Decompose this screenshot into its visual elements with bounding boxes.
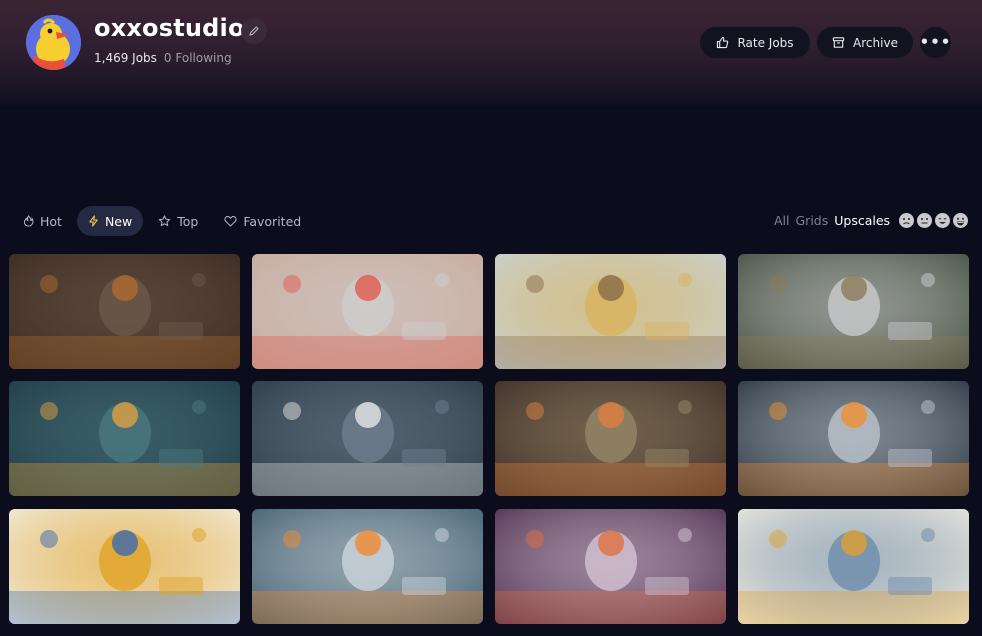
archive-label: Archive: [853, 35, 898, 50]
gallery-image-man-laptop-forest[interactable]: [738, 254, 969, 369]
pencil-icon[interactable]: [241, 18, 267, 44]
tab-top[interactable]: Top: [147, 206, 209, 236]
grin-face-icon[interactable]: [953, 213, 968, 228]
jobs-count[interactable]: 1,469 Jobs: [94, 51, 157, 65]
meh-face-icon[interactable]: [917, 213, 932, 228]
duck-avatar[interactable]: [26, 15, 81, 70]
gallery-image-brain-circuit-diagram[interactable]: [9, 509, 240, 624]
archive-button[interactable]: Archive: [817, 27, 913, 58]
profile-username: oxxostudio: [94, 14, 245, 42]
thumbs-up-icon: [717, 36, 729, 49]
frown-face-icon[interactable]: [899, 213, 914, 228]
gallery-image-woman-particle-burst[interactable]: [252, 509, 483, 624]
feed-tabs: Hot New Top Favorited: [12, 206, 316, 236]
gallery-image-robot-painter-studio[interactable]: [252, 254, 483, 369]
gallery-image-robot-library-reading[interactable]: [495, 381, 726, 496]
rate-jobs-button[interactable]: Rate Jobs: [700, 27, 810, 58]
tab-hot[interactable]: Hot: [12, 206, 73, 236]
job-type-filters: All Grids Upscales: [774, 213, 890, 228]
tab-favorited-label: Favorited: [243, 213, 302, 229]
rate-jobs-label: Rate Jobs: [737, 35, 794, 50]
gallery-image-boy-night-creatures[interactable]: [9, 381, 240, 496]
rating-filter-icons: [899, 213, 968, 228]
smile-face-icon[interactable]: [935, 213, 950, 228]
gallery-image-two-robots-desk[interactable]: [495, 254, 726, 369]
tab-new[interactable]: New: [76, 206, 144, 236]
tab-hot-label: Hot: [40, 213, 62, 229]
more-options-button[interactable]: •••: [920, 27, 951, 58]
star-icon: [159, 215, 171, 227]
gallery-image-scientist-chalkboard[interactable]: [252, 381, 483, 496]
filter-upscales[interactable]: Upscales: [834, 213, 890, 228]
tab-favorited[interactable]: Favorited: [213, 206, 312, 236]
fire-icon: [23, 215, 34, 227]
tab-new-label: New: [104, 213, 133, 229]
filter-all[interactable]: All: [774, 213, 790, 228]
heart-icon: [224, 215, 237, 227]
gallery-image-cute-robot-reading[interactable]: [495, 509, 726, 624]
archive-box-icon: [832, 37, 845, 48]
gallery-image-woman-exploding-head[interactable]: [738, 381, 969, 496]
following-count[interactable]: 0 Following: [164, 51, 232, 65]
tab-top-label: Top: [177, 213, 199, 229]
gallery-image-boy-robot-pile[interactable]: [738, 509, 969, 624]
lightning-icon: [89, 215, 98, 227]
more-dots-icon: •••: [919, 33, 952, 51]
gallery-image-robot-army-workshop[interactable]: [9, 254, 240, 369]
profile-stats: 1,469 Jobs 0 Following: [94, 51, 232, 65]
filter-grids[interactable]: Grids: [796, 213, 829, 228]
